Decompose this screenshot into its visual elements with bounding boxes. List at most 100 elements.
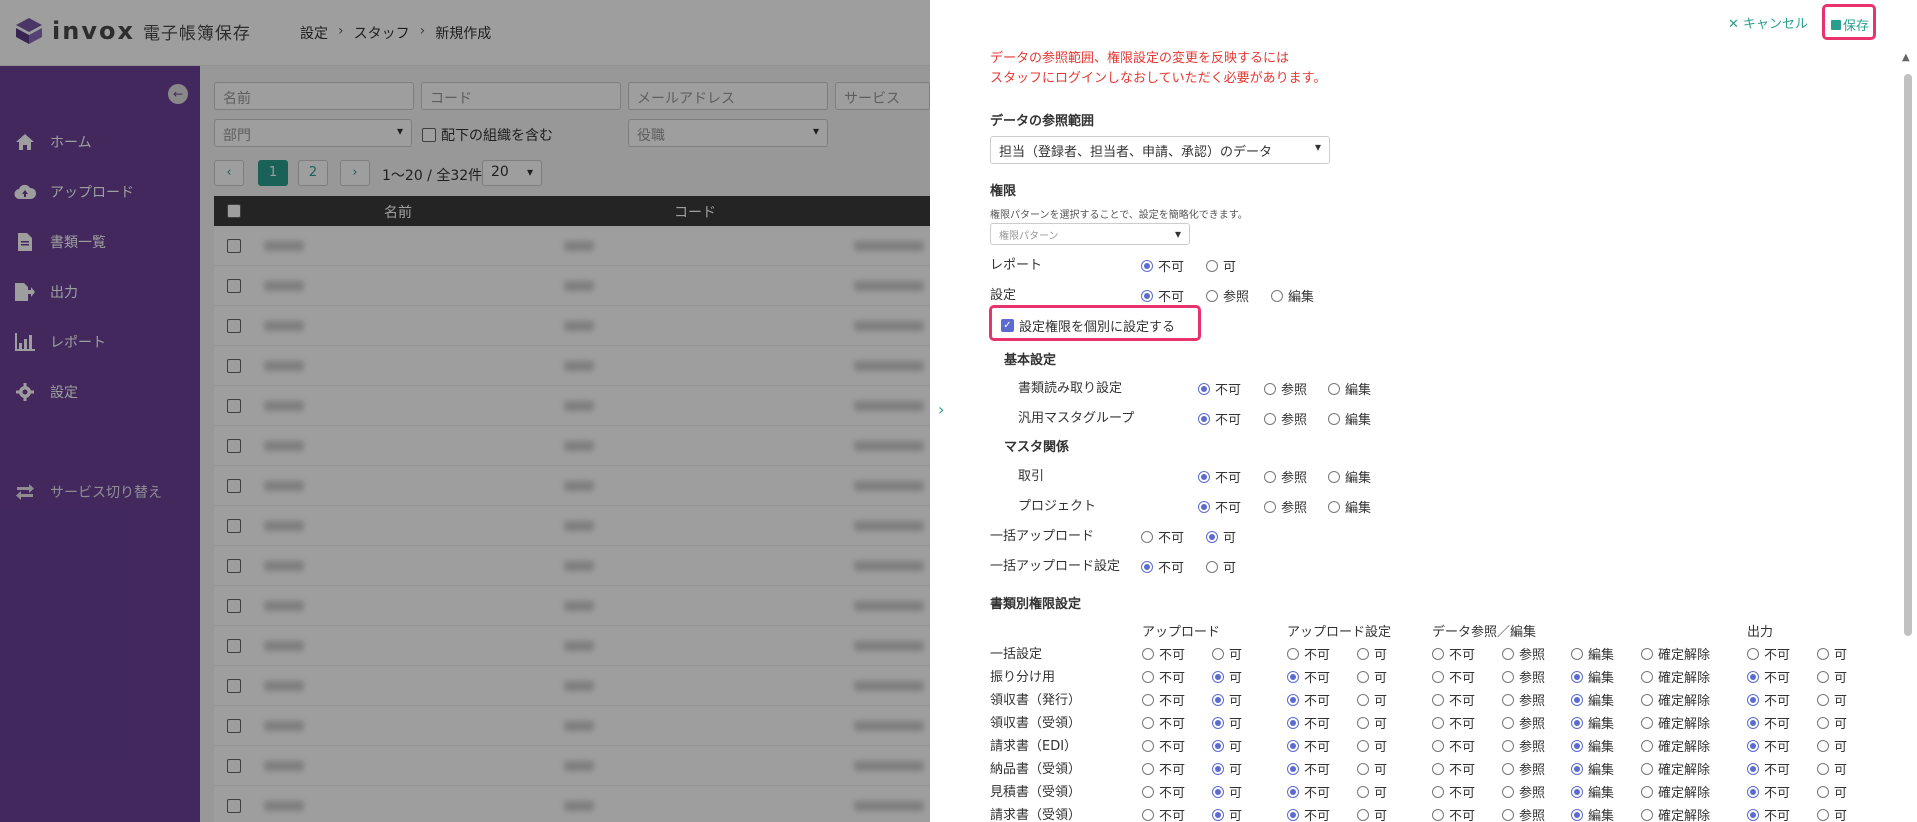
output-radio-yes[interactable]: 可 xyxy=(1817,690,1847,709)
upload-radio-no[interactable]: 不可 xyxy=(1142,805,1185,822)
modal-backdrop[interactable] xyxy=(0,0,930,822)
upload-radio-yes[interactable]: 可 xyxy=(1212,805,1242,822)
upload-radio-no[interactable]: 不可 xyxy=(1142,759,1185,778)
data-radio-view[interactable]: 参照 xyxy=(1502,805,1545,822)
bulk-upload-radio-no[interactable]: 不可 xyxy=(1141,527,1184,546)
upload-radio-no[interactable]: 不可 xyxy=(1142,713,1185,732)
torihiki-radio-view[interactable]: 参照 xyxy=(1264,467,1307,486)
scope-select[interactable]: 担当（登録者、担当者、申請、承認）のデータ xyxy=(990,136,1330,164)
data-radio-no[interactable]: 不可 xyxy=(1432,759,1475,778)
upload-radio-yes[interactable]: 可 xyxy=(1212,713,1242,732)
data-radio-no[interactable]: 不可 xyxy=(1432,805,1475,822)
output-radio-no[interactable]: 不可 xyxy=(1747,644,1790,663)
data-radio-view[interactable]: 参照 xyxy=(1502,736,1545,755)
data-radio-edit[interactable]: 編集 xyxy=(1571,736,1614,755)
data-radio-unconfirm[interactable]: 確定解除 xyxy=(1641,713,1710,732)
upload-radio-no[interactable]: 不可 xyxy=(1142,644,1185,663)
torihiki-radio-edit[interactable]: 編集 xyxy=(1328,467,1371,486)
data-radio-no[interactable]: 不可 xyxy=(1432,736,1475,755)
save-button[interactable]: 保存 xyxy=(1831,15,1869,34)
upload-setting-radio-yes[interactable]: 可 xyxy=(1357,713,1387,732)
upload-setting-radio-yes[interactable]: 可 xyxy=(1357,644,1387,663)
data-radio-view[interactable]: 参照 xyxy=(1502,644,1545,663)
data-radio-unconfirm[interactable]: 確定解除 xyxy=(1641,759,1710,778)
upload-radio-yes[interactable]: 可 xyxy=(1212,644,1242,663)
data-radio-unconfirm[interactable]: 確定解除 xyxy=(1641,644,1710,663)
bulk-upload-radio-yes[interactable]: 可 xyxy=(1206,527,1236,546)
data-radio-unconfirm[interactable]: 確定解除 xyxy=(1641,805,1710,822)
data-radio-unconfirm[interactable]: 確定解除 xyxy=(1641,667,1710,686)
upload-setting-radio-yes[interactable]: 可 xyxy=(1357,736,1387,755)
data-radio-unconfirm[interactable]: 確定解除 xyxy=(1641,690,1710,709)
project-radio-no[interactable]: 不可 xyxy=(1198,497,1241,516)
output-radio-no[interactable]: 不可 xyxy=(1747,713,1790,732)
data-radio-edit[interactable]: 編集 xyxy=(1571,644,1614,663)
data-radio-edit[interactable]: 編集 xyxy=(1571,782,1614,801)
output-radio-no[interactable]: 不可 xyxy=(1747,690,1790,709)
data-radio-edit[interactable]: 編集 xyxy=(1571,667,1614,686)
output-radio-yes[interactable]: 可 xyxy=(1817,667,1847,686)
upload-setting-radio-no[interactable]: 不可 xyxy=(1287,667,1330,686)
upload-setting-radio-no[interactable]: 不可 xyxy=(1287,759,1330,778)
upload-setting-radio-no[interactable]: 不可 xyxy=(1287,690,1330,709)
data-radio-edit[interactable]: 編集 xyxy=(1571,759,1614,778)
upload-radio-no[interactable]: 不可 xyxy=(1142,690,1185,709)
data-radio-view[interactable]: 参照 xyxy=(1502,782,1545,801)
output-radio-no[interactable]: 不可 xyxy=(1747,667,1790,686)
data-radio-view[interactable]: 参照 xyxy=(1502,713,1545,732)
data-radio-edit[interactable]: 編集 xyxy=(1571,713,1614,732)
data-radio-no[interactable]: 不可 xyxy=(1432,667,1475,686)
doc-read-radio-view[interactable]: 参照 xyxy=(1264,379,1307,398)
output-radio-yes[interactable]: 可 xyxy=(1817,644,1847,663)
scrollbar-thumb[interactable] xyxy=(1904,74,1912,636)
upload-radio-yes[interactable]: 可 xyxy=(1212,759,1242,778)
scroll-up-icon[interactable]: ▲ xyxy=(1902,52,1910,63)
upload-radio-yes[interactable]: 可 xyxy=(1212,736,1242,755)
output-radio-yes[interactable]: 可 xyxy=(1817,713,1847,732)
master-group-radio-edit[interactable]: 編集 xyxy=(1328,409,1371,428)
upload-setting-radio-yes[interactable]: 可 xyxy=(1357,690,1387,709)
output-radio-no[interactable]: 不可 xyxy=(1747,805,1790,822)
bulk-upload-setting-radio-no[interactable]: 不可 xyxy=(1141,557,1184,576)
permission-pattern-select[interactable]: 権限パターン xyxy=(990,223,1190,245)
bulk-upload-setting-radio-yes[interactable]: 可 xyxy=(1206,557,1236,576)
upload-radio-yes[interactable]: 可 xyxy=(1212,782,1242,801)
data-radio-no[interactable]: 不可 xyxy=(1432,644,1475,663)
data-radio-unconfirm[interactable]: 確定解除 xyxy=(1641,782,1710,801)
upload-radio-yes[interactable]: 可 xyxy=(1212,690,1242,709)
upload-radio-no[interactable]: 不可 xyxy=(1142,782,1185,801)
upload-radio-no[interactable]: 不可 xyxy=(1142,736,1185,755)
output-radio-no[interactable]: 不可 xyxy=(1747,759,1790,778)
settings-radio-edit[interactable]: 編集 xyxy=(1271,286,1314,305)
upload-setting-radio-no[interactable]: 不可 xyxy=(1287,782,1330,801)
data-radio-edit[interactable]: 編集 xyxy=(1571,805,1614,822)
doc-read-radio-edit[interactable]: 編集 xyxy=(1328,379,1371,398)
master-group-radio-no[interactable]: 不可 xyxy=(1198,409,1241,428)
cancel-button[interactable]: ✕ キャンセル xyxy=(1728,13,1808,32)
upload-setting-radio-yes[interactable]: 可 xyxy=(1357,782,1387,801)
chevron-right-icon[interactable]: › xyxy=(938,400,944,419)
report-radio-no[interactable]: 不可 xyxy=(1141,256,1184,275)
upload-setting-radio-yes[interactable]: 可 xyxy=(1357,759,1387,778)
upload-setting-radio-no[interactable]: 不可 xyxy=(1287,644,1330,663)
project-radio-edit[interactable]: 編集 xyxy=(1328,497,1371,516)
output-radio-yes[interactable]: 可 xyxy=(1817,759,1847,778)
master-group-radio-view[interactable]: 参照 xyxy=(1264,409,1307,428)
data-radio-view[interactable]: 参照 xyxy=(1502,759,1545,778)
output-radio-yes[interactable]: 可 xyxy=(1817,736,1847,755)
output-radio-yes[interactable]: 可 xyxy=(1817,782,1847,801)
upload-setting-radio-no[interactable]: 不可 xyxy=(1287,805,1330,822)
data-radio-view[interactable]: 参照 xyxy=(1502,667,1545,686)
output-radio-no[interactable]: 不可 xyxy=(1747,736,1790,755)
upload-setting-radio-yes[interactable]: 可 xyxy=(1357,667,1387,686)
data-radio-no[interactable]: 不可 xyxy=(1432,713,1475,732)
upload-radio-yes[interactable]: 可 xyxy=(1212,667,1242,686)
settings-radio-view[interactable]: 参照 xyxy=(1206,286,1249,305)
project-radio-view[interactable]: 参照 xyxy=(1264,497,1307,516)
output-radio-no[interactable]: 不可 xyxy=(1747,782,1790,801)
torihiki-radio-no[interactable]: 不可 xyxy=(1198,467,1241,486)
data-radio-unconfirm[interactable]: 確定解除 xyxy=(1641,736,1710,755)
output-radio-yes[interactable]: 可 xyxy=(1817,805,1847,822)
doc-read-radio-no[interactable]: 不可 xyxy=(1198,379,1241,398)
data-radio-view[interactable]: 参照 xyxy=(1502,690,1545,709)
